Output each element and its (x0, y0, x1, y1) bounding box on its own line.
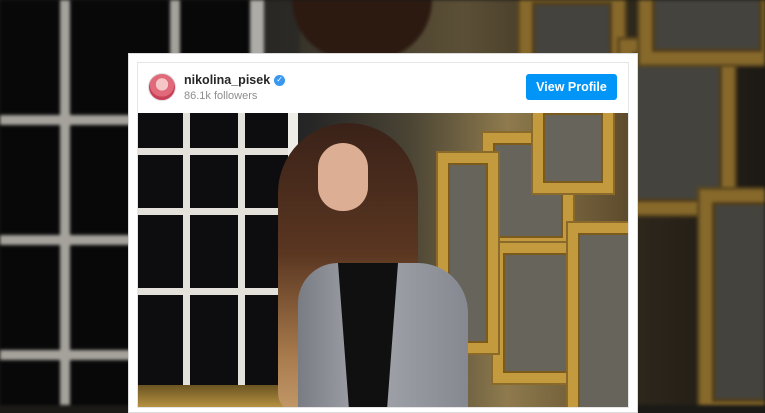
username-row: nikolina_pisek ✓ (184, 73, 286, 87)
gold-frame (493, 243, 578, 383)
embed-inner-frame: nikolina_pisek ✓ 86.1k followers View Pr… (137, 62, 629, 408)
followers-count: 86.1k followers (184, 90, 258, 102)
post-photo[interactable] (138, 113, 628, 407)
person-face (318, 143, 368, 211)
gold-frame (533, 113, 613, 193)
username-link[interactable]: nikolina_pisek (184, 73, 270, 87)
profile-header: nikolina_pisek ✓ 86.1k followers View Pr… (138, 63, 628, 113)
view-profile-button[interactable]: View Profile (526, 74, 617, 100)
gold-frame (568, 223, 628, 407)
instagram-embed-card: nikolina_pisek ✓ 86.1k followers View Pr… (128, 53, 638, 413)
window-backdrop (138, 113, 298, 407)
verified-badge-icon: ✓ (274, 74, 286, 86)
avatar[interactable] (148, 73, 176, 101)
